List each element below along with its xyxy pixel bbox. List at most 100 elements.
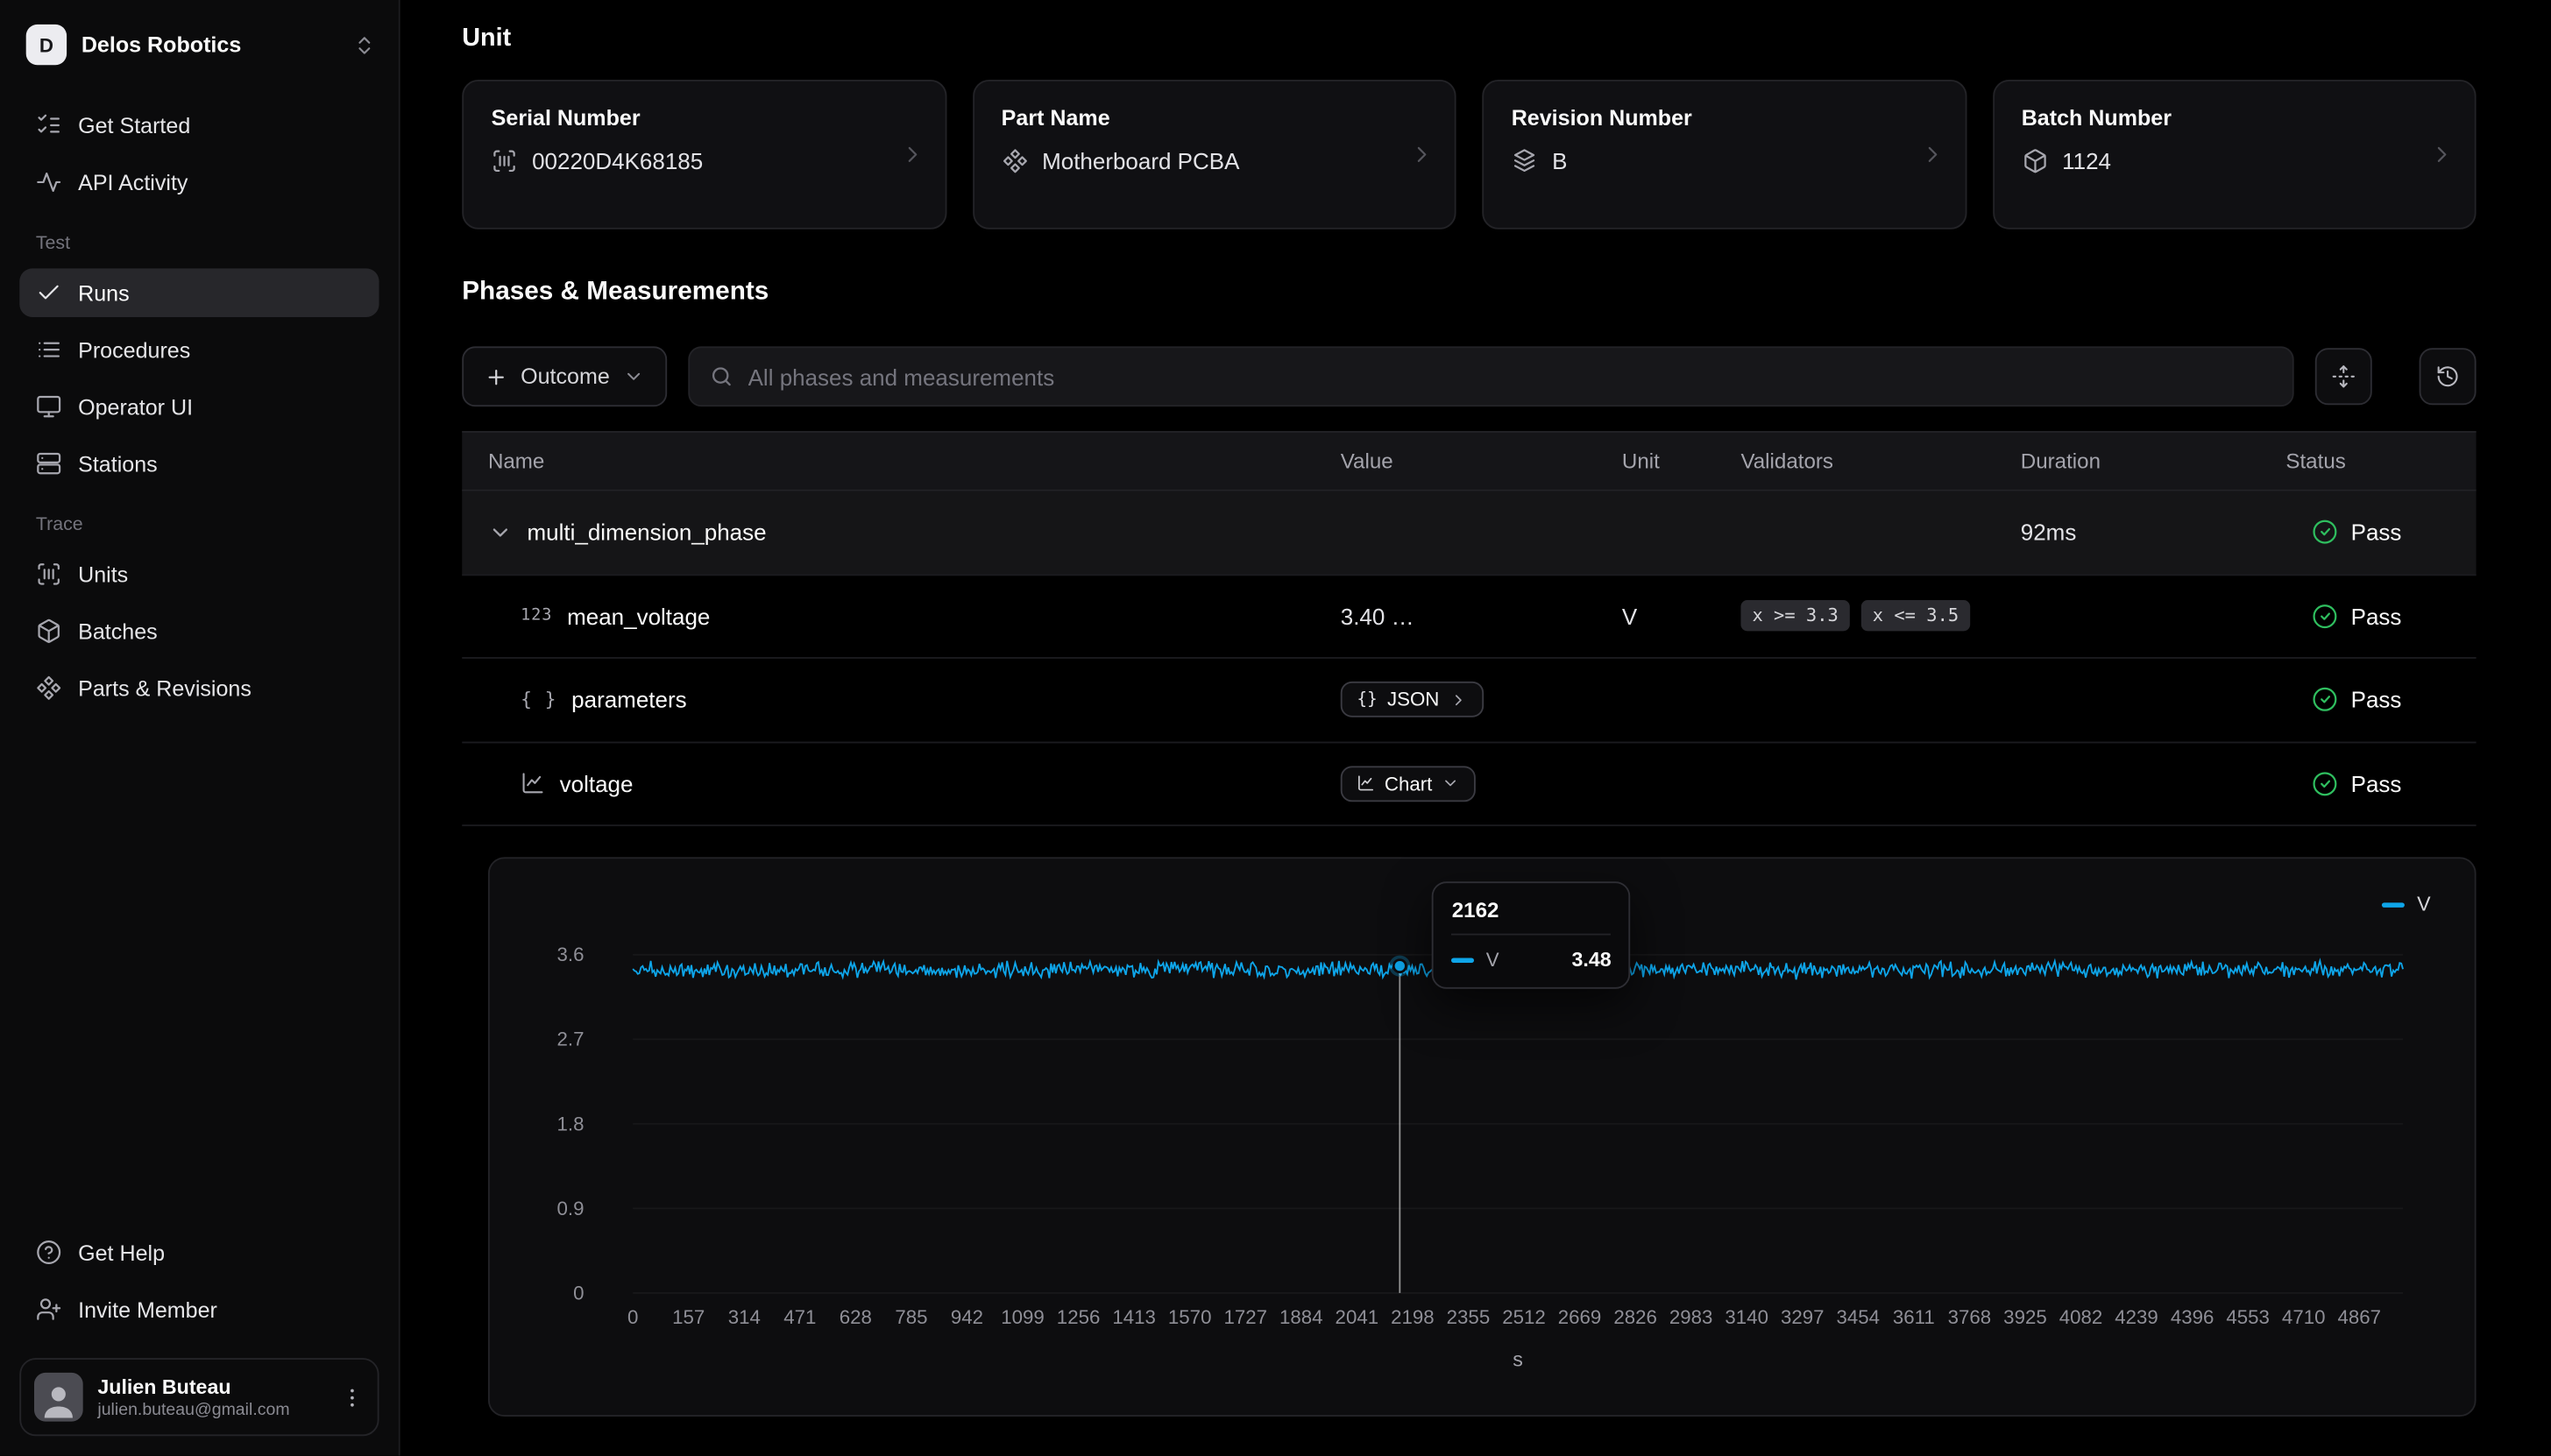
- workspace-switcher[interactable]: D Delos Robotics: [0, 0, 399, 74]
- svg-text:2355: 2355: [1447, 1306, 1491, 1328]
- sidebar-item-api-activity[interactable]: API Activity: [19, 158, 379, 207]
- history-button[interactable]: [2420, 348, 2477, 405]
- card-label: Part Name: [1002, 106, 1427, 131]
- part-name-card[interactable]: Part Name Motherboard PCBA: [972, 80, 1456, 230]
- sidebar-item-label: Get Started: [78, 113, 190, 138]
- chart-legend[interactable]: V: [2381, 893, 2430, 915]
- page-title: Unit: [462, 25, 2476, 53]
- sidebar-item-runs[interactable]: Runs: [19, 268, 379, 317]
- tooltip-value: 3.48: [1571, 948, 1611, 971]
- sidebar-item-label: Units: [78, 562, 128, 586]
- chevron-right-icon: [2429, 142, 2455, 168]
- svg-text:2198: 2198: [1391, 1306, 1435, 1328]
- history-icon: [2435, 364, 2460, 389]
- main-content: Unit Serial Number 00220D4K68185 Part Na…: [400, 0, 2551, 1456]
- batch-number-card[interactable]: Batch Number 1124: [1992, 80, 2476, 230]
- expand-collapse-all-button[interactable]: [2315, 348, 2372, 405]
- measurement-value: 3.40 …: [1341, 603, 1622, 629]
- status-label: Pass: [2351, 687, 2402, 713]
- svg-text:785: 785: [895, 1306, 927, 1328]
- svg-text:2041: 2041: [1336, 1306, 1379, 1328]
- table-row-measurement[interactable]: 123 mean_voltage 3.40 … V x >= 3.3 x <= …: [462, 575, 2476, 659]
- column-header-status: Status: [2285, 449, 2476, 473]
- sidebar-item-stations[interactable]: Stations: [19, 439, 379, 488]
- series-swatch: [2381, 901, 2404, 907]
- sidebar-item-batches[interactable]: Batches: [19, 606, 379, 655]
- sidebar-item-label: API Activity: [78, 170, 188, 194]
- search-input[interactable]: [748, 364, 2273, 390]
- card-value: B: [1552, 148, 1567, 174]
- sidebar-item-parts-revisions[interactable]: Parts & Revisions: [19, 663, 379, 712]
- server-icon: [36, 450, 62, 477]
- status-label: Pass: [2351, 771, 2402, 797]
- sidebar-item-operator-ui[interactable]: Operator UI: [19, 382, 379, 431]
- sidebar-item-get-started[interactable]: Get Started: [19, 101, 379, 150]
- status-badge: Pass: [2285, 687, 2476, 713]
- component-icon: [1002, 148, 1028, 174]
- sidebar-item-invite-member[interactable]: Invite Member: [19, 1285, 379, 1334]
- braces-icon: {}: [1357, 690, 1377, 710]
- phase-duration: 92ms: [2021, 519, 2286, 546]
- svg-text:3768: 3768: [1948, 1306, 1992, 1328]
- table-row-measurement[interactable]: voltage Chart Pass: [462, 742, 2476, 826]
- json-badge[interactable]: {} JSON: [1341, 682, 1484, 717]
- chevron-right-icon: [1449, 691, 1467, 709]
- ellipsis-vertical-icon[interactable]: [340, 1385, 365, 1410]
- chart-tooltip: 2162 V 3.48: [1432, 881, 1630, 989]
- check-icon: [36, 279, 62, 306]
- sidebar-item-get-help[interactable]: Get Help: [19, 1228, 379, 1277]
- sidebar-item-procedures[interactable]: Procedures: [19, 325, 379, 374]
- chevron-right-icon: [899, 142, 925, 168]
- svg-text:2512: 2512: [1502, 1306, 1546, 1328]
- sidebar-item-label: Parts & Revisions: [78, 675, 252, 700]
- svg-text:s: s: [1513, 1347, 1523, 1370]
- validator-chip: x <= 3.5: [1861, 601, 1970, 632]
- component-icon: [36, 675, 62, 701]
- workspace-name: Delos Robotics: [81, 32, 241, 57]
- svg-text:3297: 3297: [1781, 1306, 1825, 1328]
- chart-badge[interactable]: Chart: [1341, 766, 1477, 802]
- outcome-filter-button[interactable]: Outcome: [462, 346, 667, 406]
- svg-text:314: 314: [728, 1306, 761, 1328]
- chevron-down-icon[interactable]: [488, 520, 513, 545]
- sidebar-item-units[interactable]: Units: [19, 549, 379, 598]
- outcome-button-label: Outcome: [521, 364, 610, 389]
- svg-text:1256: 1256: [1057, 1306, 1101, 1328]
- tooltip-x-value: 2162: [1452, 898, 1612, 936]
- revision-number-card[interactable]: Revision Number B: [1482, 80, 1966, 230]
- column-header-value: Value: [1341, 449, 1622, 473]
- svg-text:2669: 2669: [1558, 1306, 1602, 1328]
- line-chart-icon: [1357, 774, 1374, 792]
- svg-text:4867: 4867: [2337, 1306, 2381, 1328]
- circle-check-icon: [2312, 519, 2338, 546]
- sidebar-item-label: Batches: [78, 618, 158, 643]
- column-header-name: Name: [462, 449, 1341, 473]
- svg-text:1727: 1727: [1223, 1306, 1267, 1328]
- line-chart-icon: [521, 771, 545, 795]
- table-row-phase[interactable]: multi_dimension_phase 92ms Pass: [462, 491, 2476, 576]
- user-card[interactable]: Julien Buteau julien.buteau@gmail.com: [19, 1358, 379, 1436]
- status-badge: Pass: [2285, 519, 2476, 546]
- measurement-name: mean_voltage: [567, 603, 710, 629]
- svg-text:628: 628: [840, 1306, 872, 1328]
- voltage-chart-panel: V 00.91.82.73.60157314471628785942109912…: [488, 857, 2477, 1417]
- svg-text:3.6: 3.6: [557, 944, 585, 965]
- card-value: Motherboard PCBA: [1042, 148, 1239, 174]
- chevron-down-icon: [1442, 774, 1459, 792]
- column-header-validators: Validators: [1740, 449, 2020, 473]
- svg-text:4239: 4239: [2115, 1306, 2158, 1328]
- table-row-measurement[interactable]: { } parameters {} JSON Pass: [462, 659, 2476, 743]
- status-label: Pass: [2351, 603, 2402, 629]
- circle-check-icon: [2312, 687, 2338, 713]
- svg-text:0.9: 0.9: [557, 1198, 585, 1219]
- svg-text:3140: 3140: [1725, 1306, 1768, 1328]
- search-box[interactable]: [688, 346, 2294, 406]
- plus-icon: [485, 365, 507, 388]
- serial-number-card[interactable]: Serial Number 00220D4K68185: [462, 80, 946, 230]
- validator-chip: x >= 3.3: [1740, 601, 1849, 632]
- svg-text:2.7: 2.7: [557, 1028, 585, 1050]
- series-swatch: [1452, 958, 1475, 963]
- svg-text:942: 942: [951, 1306, 983, 1328]
- scan-barcode-icon: [492, 148, 518, 174]
- svg-text:1099: 1099: [1001, 1306, 1045, 1328]
